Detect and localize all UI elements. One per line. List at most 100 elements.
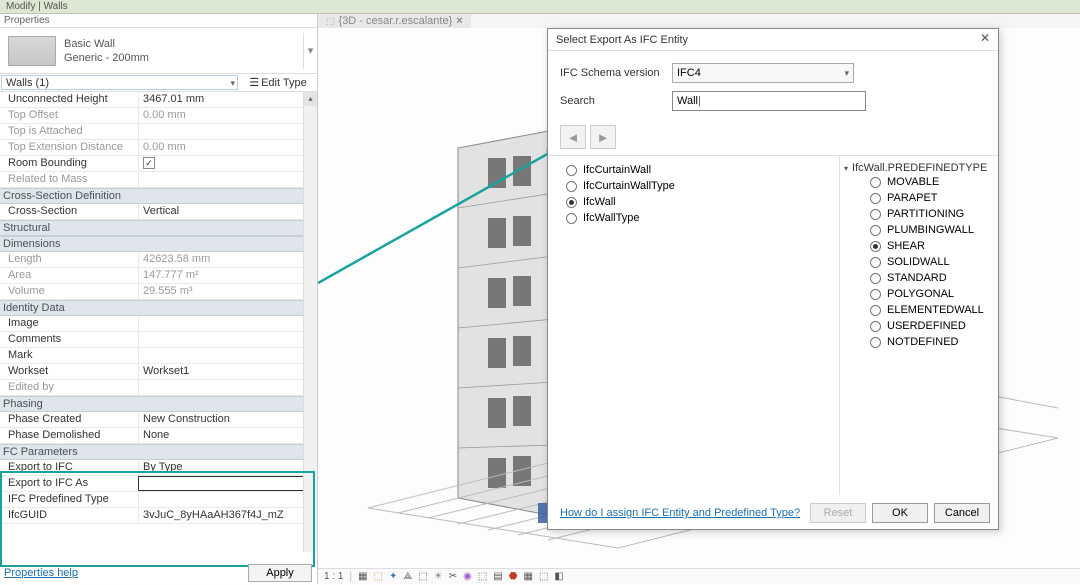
property-value[interactable]: Workset1 bbox=[138, 364, 317, 379]
property-row[interactable]: IfcGUID3vJuC_8yHAaAH367f4J_mZ bbox=[0, 508, 317, 524]
predefined-option[interactable]: ELEMENTEDWALL bbox=[844, 302, 994, 318]
property-value[interactable]: ✓ bbox=[138, 156, 317, 171]
predefined-option[interactable]: USERDEFINED bbox=[844, 318, 994, 334]
close-icon[interactable]: ✕ bbox=[976, 31, 994, 47]
toolbar-icon[interactable]: ▤ bbox=[493, 571, 502, 582]
property-value[interactable]: New Construction bbox=[138, 412, 317, 427]
property-value[interactable] bbox=[138, 348, 317, 363]
toolbar-icon[interactable]: ⬚ bbox=[374, 571, 383, 582]
toolbar-icon[interactable]: ⬚ bbox=[539, 571, 548, 582]
property-value[interactable]: 147.777 m² bbox=[138, 268, 317, 283]
toolbar-icon[interactable]: ⬣ bbox=[509, 571, 518, 582]
property-value[interactable]: 0.00 mm bbox=[138, 108, 317, 123]
property-row[interactable]: Related to Mass bbox=[0, 172, 317, 188]
properties-help-link[interactable]: Properties help bbox=[4, 567, 78, 579]
predefined-option[interactable]: PARAPET bbox=[844, 190, 994, 206]
property-value[interactable]: By Type bbox=[138, 460, 317, 475]
property-row[interactable]: Unconnected Height3467.01 mm bbox=[0, 92, 317, 108]
property-row[interactable]: Comments bbox=[0, 332, 317, 348]
property-value[interactable]: 29.555 m³ bbox=[138, 284, 317, 299]
scroll-up-icon[interactable]: ▴ bbox=[304, 92, 317, 106]
toolbar-icon[interactable]: ◉ bbox=[463, 571, 472, 582]
type-selector[interactable]: Basic Wall Generic - 200mm ▾ bbox=[0, 28, 317, 74]
toolbar-icon[interactable]: ◧ bbox=[554, 571, 563, 582]
predefined-option[interactable]: PLUMBINGWALL bbox=[844, 222, 994, 238]
entity-option[interactable]: IfcCurtainWallType bbox=[558, 178, 829, 194]
property-value[interactable]: None bbox=[138, 428, 317, 443]
property-row[interactable]: Phase DemolishedNone bbox=[0, 428, 317, 444]
checkbox[interactable]: ✓ bbox=[143, 157, 155, 169]
toolbar-icon[interactable]: ⟁ bbox=[403, 571, 412, 582]
property-row[interactable]: Area147.777 m² bbox=[0, 268, 317, 284]
scale-label[interactable]: 1 : 1 bbox=[324, 571, 343, 582]
property-row[interactable]: WorksetWorkset1 bbox=[0, 364, 317, 380]
radio-icon[interactable] bbox=[870, 209, 881, 220]
nav-fwd-button[interactable]: ► bbox=[590, 125, 616, 149]
property-row[interactable]: Top is Attached bbox=[0, 124, 317, 140]
radio-icon[interactable] bbox=[870, 305, 881, 316]
toolbar-icon[interactable]: ▦ bbox=[358, 571, 367, 582]
radio-icon[interactable] bbox=[870, 289, 881, 300]
property-value[interactable]: 3vJuC_8yHAaAH367f4J_mZ bbox=[138, 508, 317, 523]
property-value[interactable] bbox=[138, 492, 317, 507]
toolbar-icon[interactable]: ✂ bbox=[449, 571, 457, 582]
schema-select[interactable]: IFC4▾ bbox=[672, 63, 854, 83]
radio-icon[interactable] bbox=[566, 213, 577, 224]
property-value[interactable]: 0.00 mm bbox=[138, 140, 317, 155]
toolbar-icon[interactable]: ▦ bbox=[523, 571, 532, 582]
property-row[interactable]: Phase CreatedNew Construction bbox=[0, 412, 317, 428]
cancel-button[interactable]: Cancel bbox=[934, 503, 990, 523]
property-row[interactable]: IFC Predefined Type bbox=[0, 492, 317, 508]
predefined-option[interactable]: POLYGONAL bbox=[844, 286, 994, 302]
search-input[interactable]: Wall bbox=[672, 91, 866, 111]
view-tab[interactable]: ⬚ {3D - cesar.r.escalante} × bbox=[318, 14, 471, 28]
property-row[interactable]: Edited by bbox=[0, 380, 317, 396]
property-value[interactable] bbox=[138, 380, 317, 395]
scrollbar[interactable]: ▴ bbox=[303, 92, 317, 552]
predefined-type-header[interactable]: ▾IfcWall.PREDEFINEDTYPE bbox=[844, 162, 994, 174]
group-header[interactable]: Cross-Section Definition⌄ bbox=[0, 188, 317, 204]
property-row[interactable]: Mark bbox=[0, 348, 317, 364]
apply-button[interactable]: Apply bbox=[248, 564, 312, 582]
radio-icon[interactable] bbox=[870, 321, 881, 332]
nav-back-button[interactable]: ◄ bbox=[560, 125, 586, 149]
close-tab-icon[interactable]: × bbox=[456, 15, 462, 27]
property-value[interactable]: Vertical bbox=[138, 204, 317, 219]
property-row[interactable]: Export to IFCBy Type bbox=[0, 460, 317, 476]
property-value[interactable] bbox=[138, 332, 317, 347]
selection-filter[interactable]: Walls (1)▾ bbox=[1, 75, 238, 90]
property-row[interactable]: Volume29.555 m³ bbox=[0, 284, 317, 300]
radio-icon[interactable] bbox=[870, 177, 881, 188]
radio-icon[interactable] bbox=[870, 273, 881, 284]
property-value[interactable] bbox=[138, 476, 317, 491]
group-header[interactable]: FC Parameters⌄ bbox=[0, 444, 317, 460]
toolbar-icon[interactable]: ✦ bbox=[389, 571, 397, 582]
property-row[interactable]: Length42623.58 mm bbox=[0, 252, 317, 268]
property-value[interactable] bbox=[138, 124, 317, 139]
predefined-option[interactable]: SOLIDWALL bbox=[844, 254, 994, 270]
property-row[interactable]: Export to IFC As bbox=[0, 476, 317, 492]
toolbar-icon[interactable]: ☀ bbox=[434, 571, 443, 582]
view-control-bar[interactable]: 1 : 1 | ▦ ⬚ ✦ ⟁ ⬚ ☀ ✂ ◉ ⬚ ▤ ⬣ ▦ ⬚ ◧ bbox=[318, 568, 1080, 584]
radio-icon[interactable] bbox=[870, 193, 881, 204]
ok-button[interactable]: OK bbox=[872, 503, 928, 523]
predefined-option[interactable]: PARTITIONING bbox=[844, 206, 994, 222]
radio-icon[interactable] bbox=[566, 197, 577, 208]
type-dropdown-icon[interactable]: ▾ bbox=[303, 33, 317, 69]
radio-icon[interactable] bbox=[566, 165, 577, 176]
property-row[interactable]: Top Offset0.00 mm bbox=[0, 108, 317, 124]
property-value[interactable] bbox=[138, 172, 317, 187]
predefined-option[interactable]: STANDARD bbox=[844, 270, 994, 286]
radio-icon[interactable] bbox=[870, 337, 881, 348]
toolbar-icon[interactable]: ⬚ bbox=[478, 571, 487, 582]
edit-type-button[interactable]: ☰ Edit Type bbox=[239, 74, 317, 91]
group-header[interactable]: Identity Data⌄ bbox=[0, 300, 317, 316]
property-row[interactable]: Cross-SectionVertical bbox=[0, 204, 317, 220]
help-link[interactable]: How do I assign IFC Entity and Predefine… bbox=[560, 507, 800, 519]
predefined-option[interactable]: NOTDEFINED bbox=[844, 334, 994, 350]
radio-icon[interactable] bbox=[566, 181, 577, 192]
group-header[interactable]: Dimensions⌄ bbox=[0, 236, 317, 252]
property-row[interactable]: Top Extension Distance0.00 mm bbox=[0, 140, 317, 156]
entity-option[interactable]: IfcWall bbox=[558, 194, 829, 210]
radio-icon[interactable] bbox=[870, 257, 881, 268]
